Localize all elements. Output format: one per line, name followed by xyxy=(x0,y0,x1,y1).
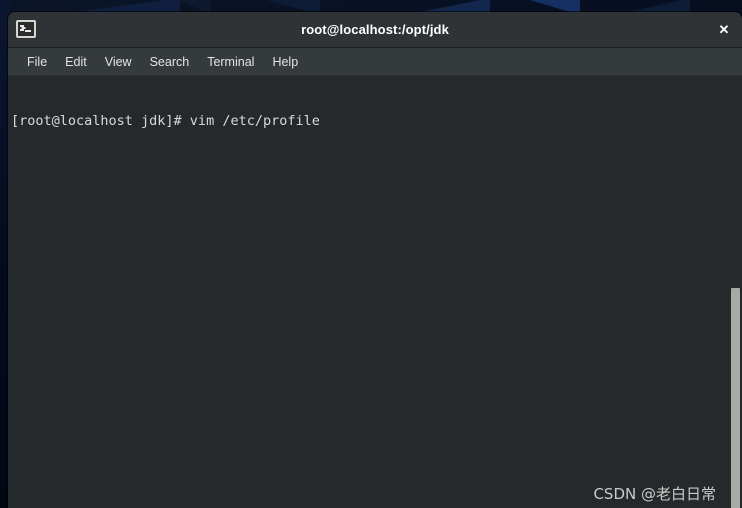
terminal-line: [root@localhost jdk]# vim /etc/profile xyxy=(11,113,320,129)
title-bar[interactable]: root@localhost:/opt/jdk ✕ xyxy=(8,12,742,48)
terminal-icon-screen xyxy=(18,22,34,36)
watermark-text: CSDN @老白日常 xyxy=(593,485,716,503)
close-icon[interactable]: ✕ xyxy=(712,19,736,41)
window-title: root@localhost:/opt/jdk xyxy=(301,22,449,37)
menu-item-help[interactable]: Help xyxy=(263,52,307,72)
menu-item-terminal[interactable]: Terminal xyxy=(198,52,263,72)
terminal-window: root@localhost:/opt/jdk ✕ File Edit View… xyxy=(8,12,742,508)
terminal-output-area[interactable]: [root@localhost jdk]# vim /etc/profile C… xyxy=(8,76,742,508)
menu-item-search[interactable]: Search xyxy=(141,52,199,72)
menu-item-file[interactable]: File xyxy=(18,52,56,72)
terminal-scrollbar[interactable] xyxy=(726,76,742,508)
menu-bar: File Edit View Search Terminal Help xyxy=(8,48,742,76)
menu-item-view[interactable]: View xyxy=(96,52,141,72)
menu-item-edit[interactable]: Edit xyxy=(56,52,96,72)
terminal-text: [root@localhost jdk]# vim /etc/profile xyxy=(11,79,724,164)
terminal-icon xyxy=(16,20,36,38)
scrollbar-thumb[interactable] xyxy=(731,288,740,508)
